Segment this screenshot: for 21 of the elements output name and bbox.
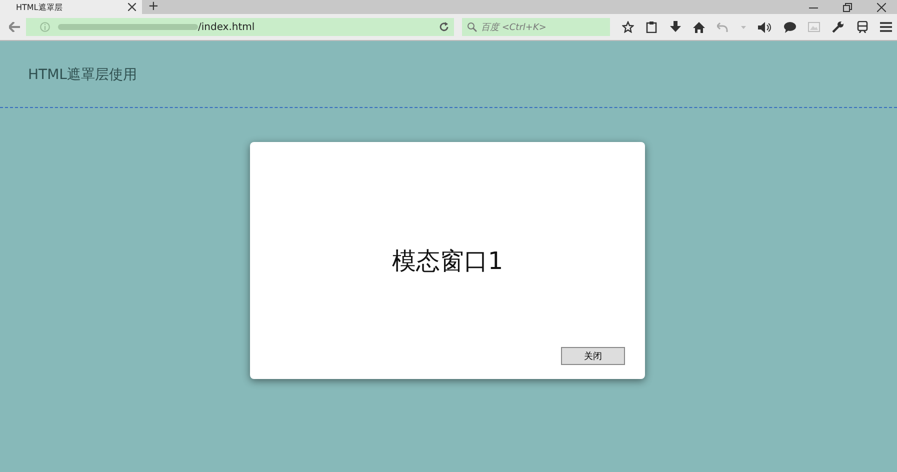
speaker-icon[interactable] — [758, 22, 772, 32]
search-icon — [467, 22, 477, 32]
search-field[interactable]: 百度 <Ctrl+K> — [462, 18, 610, 36]
wrench-icon[interactable] — [832, 21, 844, 33]
close-button[interactable]: 关闭 — [561, 347, 625, 365]
new-tab-button[interactable]: + — [142, 1, 165, 13]
address-field[interactable]: /index.html — [26, 18, 454, 36]
modal-title: 模态窗口1 — [392, 246, 504, 277]
clipboard-icon[interactable] — [646, 21, 658, 33]
reload-icon[interactable] — [439, 22, 449, 32]
menu-icon[interactable] — [880, 22, 892, 32]
download-icon[interactable] — [670, 21, 681, 33]
back-icon[interactable] — [9, 22, 20, 32]
home-icon[interactable] — [693, 22, 706, 32]
star-icon[interactable] — [622, 21, 634, 33]
chat-bubble-icon[interactable] — [784, 22, 796, 32]
page-heading: HTML遮罩层使用 — [27, 66, 138, 85]
close-icon[interactable] — [877, 2, 886, 12]
close-icon[interactable] — [128, 3, 136, 11]
restore-icon[interactable] — [843, 2, 852, 12]
browser-tab[interactable]: HTML遮罩层 — [0, 0, 142, 14]
